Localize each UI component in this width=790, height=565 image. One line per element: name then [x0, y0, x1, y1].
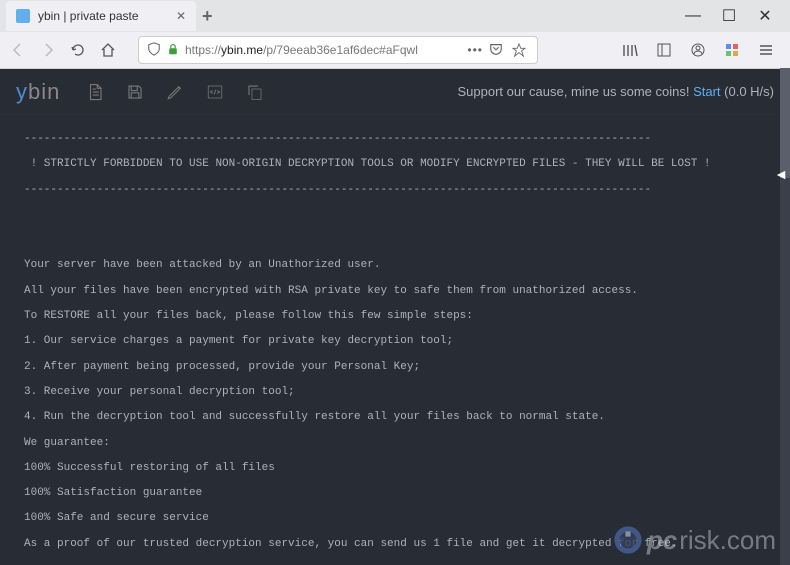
watermark-text: risk.com: [679, 525, 776, 556]
browser-chrome: ybin | private paste ✕ + — ☐ ✕: [0, 0, 790, 69]
save-icon[interactable]: [126, 83, 144, 101]
code-icon[interactable]: [206, 83, 224, 101]
tab-favicon-icon: [16, 9, 30, 23]
url-path: /p/79eeab36e1af6dec#aFqwl: [263, 43, 418, 57]
lock-icon[interactable]: [167, 43, 179, 58]
pocket-icon[interactable]: [489, 42, 503, 59]
browser-tab[interactable]: ybin | private paste ✕: [6, 1, 196, 31]
support-message: Support our cause, mine us some coins! S…: [458, 84, 775, 99]
tab-bar: ybin | private paste ✕ + — ☐ ✕: [0, 0, 790, 32]
support-text: Support our cause, mine us some coins!: [458, 84, 694, 99]
sidebar-icon[interactable]: [654, 40, 674, 60]
window-controls: — ☐ ✕: [686, 9, 790, 23]
maximize-button[interactable]: ☐: [722, 9, 736, 23]
copy-icon[interactable]: [246, 83, 264, 101]
pencil-icon[interactable]: [166, 83, 184, 101]
bookmark-icon[interactable]: [509, 40, 529, 60]
page-actions-icon[interactable]: •••: [467, 43, 483, 57]
logo-rest: bin: [28, 79, 60, 104]
forward-button[interactable]: [38, 40, 58, 60]
back-button[interactable]: [8, 40, 28, 60]
url-protocol: https://: [185, 43, 221, 57]
account-icon[interactable]: [688, 40, 708, 60]
nav-bar: https://ybin.me/p/79eeab36e1af6dec#aFqwl…: [0, 32, 790, 68]
paste-content: ----------------------------------------…: [0, 115, 790, 565]
extension-icon[interactable]: [722, 40, 742, 60]
url-bar[interactable]: https://ybin.me/p/79eeab36e1af6dec#aFqwl…: [138, 36, 538, 64]
url-domain: ybin.me: [221, 43, 263, 57]
watermark-icon: [611, 523, 645, 557]
watermark-prefix: pc: [647, 525, 677, 556]
menu-icon[interactable]: [756, 40, 776, 60]
tab-title: ybin | private paste: [38, 9, 168, 23]
close-window-button[interactable]: ✕: [758, 9, 772, 23]
shield-icon[interactable]: [147, 42, 161, 59]
logo-first: y: [16, 79, 28, 104]
mining-rate: (0.0 H/s): [721, 84, 774, 99]
app-container: ybin Support our cause, mine us some coi…: [0, 69, 790, 565]
app-header: ybin Support our cause, mine us some coi…: [0, 69, 790, 115]
library-icon[interactable]: [620, 40, 640, 60]
watermark: pcrisk.com: [611, 523, 776, 557]
scrollbar-thumb[interactable]: [780, 68, 790, 178]
app-logo[interactable]: ybin: [16, 79, 60, 105]
reload-button[interactable]: [68, 40, 88, 60]
url-text: https://ybin.me/p/79eeab36e1af6dec#aFqwl: [185, 43, 461, 57]
tab-close-icon[interactable]: ✕: [176, 9, 186, 23]
nav-right-group: [620, 40, 782, 60]
new-doc-icon[interactable]: [86, 83, 104, 101]
new-tab-button[interactable]: +: [202, 6, 213, 27]
app-toolbar: [86, 83, 264, 101]
home-button[interactable]: [98, 40, 118, 60]
minimize-button[interactable]: —: [686, 9, 700, 23]
start-mining-link[interactable]: Start: [693, 84, 720, 99]
